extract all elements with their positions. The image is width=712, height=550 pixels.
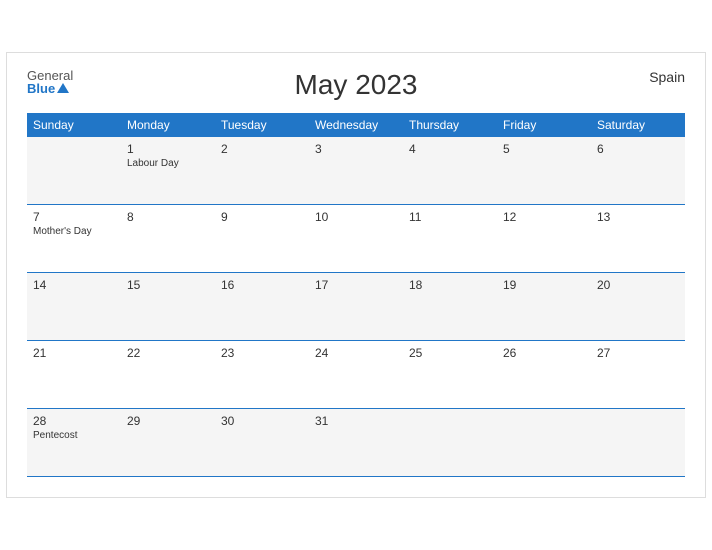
- day-number: 2: [221, 142, 303, 156]
- day-cell: 11: [403, 205, 497, 273]
- day-number: 23: [221, 346, 303, 360]
- day-number: 18: [409, 278, 491, 292]
- event-label: Mother's Day: [33, 226, 115, 237]
- day-cell: 3: [309, 137, 403, 205]
- day-cell: 27: [591, 341, 685, 409]
- week-row-5: 28 Pentecost 29 30 31: [27, 409, 685, 477]
- week-row-3: 14 15 16 17 18 19 20: [27, 273, 685, 341]
- day-number: 24: [315, 346, 397, 360]
- day-number: 26: [503, 346, 585, 360]
- day-cell: 15: [121, 273, 215, 341]
- logo-general-text: General: [27, 69, 73, 82]
- day-number: 28: [33, 414, 115, 428]
- day-number: 30: [221, 414, 303, 428]
- weekday-header-saturday: Saturday: [591, 113, 685, 137]
- logo: General Blue: [27, 69, 73, 95]
- day-number: 12: [503, 210, 585, 224]
- day-number: 5: [503, 142, 585, 156]
- day-cell: 6: [591, 137, 685, 205]
- day-number: 15: [127, 278, 209, 292]
- day-number: 1: [127, 142, 209, 156]
- day-cell: 10: [309, 205, 403, 273]
- calendar-container: General Blue May 2023 Spain SundayMonday…: [6, 52, 706, 499]
- day-cell: 18: [403, 273, 497, 341]
- event-label: Pentecost: [33, 430, 115, 441]
- weekday-header-friday: Friday: [497, 113, 591, 137]
- calendar-table: SundayMondayTuesdayWednesdayThursdayFrid…: [27, 113, 685, 478]
- logo-blue-text: Blue: [27, 82, 73, 95]
- day-cell: 22: [121, 341, 215, 409]
- day-number: 17: [315, 278, 397, 292]
- day-cell: [591, 409, 685, 477]
- day-number: 19: [503, 278, 585, 292]
- day-number: 6: [597, 142, 679, 156]
- day-number: 10: [315, 210, 397, 224]
- calendar-title: May 2023: [295, 69, 418, 101]
- day-cell: 5: [497, 137, 591, 205]
- week-row-2: 7 Mother's Day 89 10 11 12 13: [27, 205, 685, 273]
- day-number: 8: [127, 210, 209, 224]
- day-cell: 23: [215, 341, 309, 409]
- logo-triangle-icon: [57, 83, 69, 93]
- day-number: 27: [597, 346, 679, 360]
- day-cell: 12: [497, 205, 591, 273]
- day-cell: 19: [497, 273, 591, 341]
- day-cell: 28 Pentecost: [27, 409, 121, 477]
- day-number: 16: [221, 278, 303, 292]
- day-number: 21: [33, 346, 115, 360]
- day-number: 3: [315, 142, 397, 156]
- day-number: 29: [127, 414, 209, 428]
- event-label: Labour Day: [127, 158, 209, 169]
- day-cell: 26: [497, 341, 591, 409]
- day-cell: 9: [215, 205, 309, 273]
- day-cell: 16: [215, 273, 309, 341]
- day-cell: 24: [309, 341, 403, 409]
- weekday-header-sunday: Sunday: [27, 113, 121, 137]
- week-row-1: 1 Labour Day 23456: [27, 137, 685, 205]
- day-number: 31: [315, 414, 397, 428]
- day-number: 11: [409, 210, 491, 224]
- weekday-header-monday: Monday: [121, 113, 215, 137]
- day-number: 25: [409, 346, 491, 360]
- day-cell: 25: [403, 341, 497, 409]
- day-cell: 14: [27, 273, 121, 341]
- day-number: 9: [221, 210, 303, 224]
- day-cell: 4: [403, 137, 497, 205]
- weekday-header-wednesday: Wednesday: [309, 113, 403, 137]
- day-cell: [497, 409, 591, 477]
- week-row-4: 21 22 23 24 25 26 27: [27, 341, 685, 409]
- day-number: 14: [33, 278, 115, 292]
- weekday-header-tuesday: Tuesday: [215, 113, 309, 137]
- weekday-header-thursday: Thursday: [403, 113, 497, 137]
- day-cell: 2: [215, 137, 309, 205]
- day-number: 13: [597, 210, 679, 224]
- day-cell: 7 Mother's Day: [27, 205, 121, 273]
- day-cell: 29: [121, 409, 215, 477]
- day-cell: 20: [591, 273, 685, 341]
- country-label: Spain: [649, 69, 685, 85]
- day-cell: 17: [309, 273, 403, 341]
- day-number: 20: [597, 278, 679, 292]
- day-cell: 21: [27, 341, 121, 409]
- day-cell: 30: [215, 409, 309, 477]
- calendar-header: General Blue May 2023 Spain: [27, 69, 685, 101]
- weekday-header-row: SundayMondayTuesdayWednesdayThursdayFrid…: [27, 113, 685, 137]
- day-number: 7: [33, 210, 115, 224]
- day-number: 4: [409, 142, 491, 156]
- day-cell: [27, 137, 121, 205]
- day-cell: 8: [121, 205, 215, 273]
- day-cell: 31: [309, 409, 403, 477]
- day-cell: [403, 409, 497, 477]
- day-number: 22: [127, 346, 209, 360]
- day-cell: 1 Labour Day: [121, 137, 215, 205]
- day-cell: 13: [591, 205, 685, 273]
